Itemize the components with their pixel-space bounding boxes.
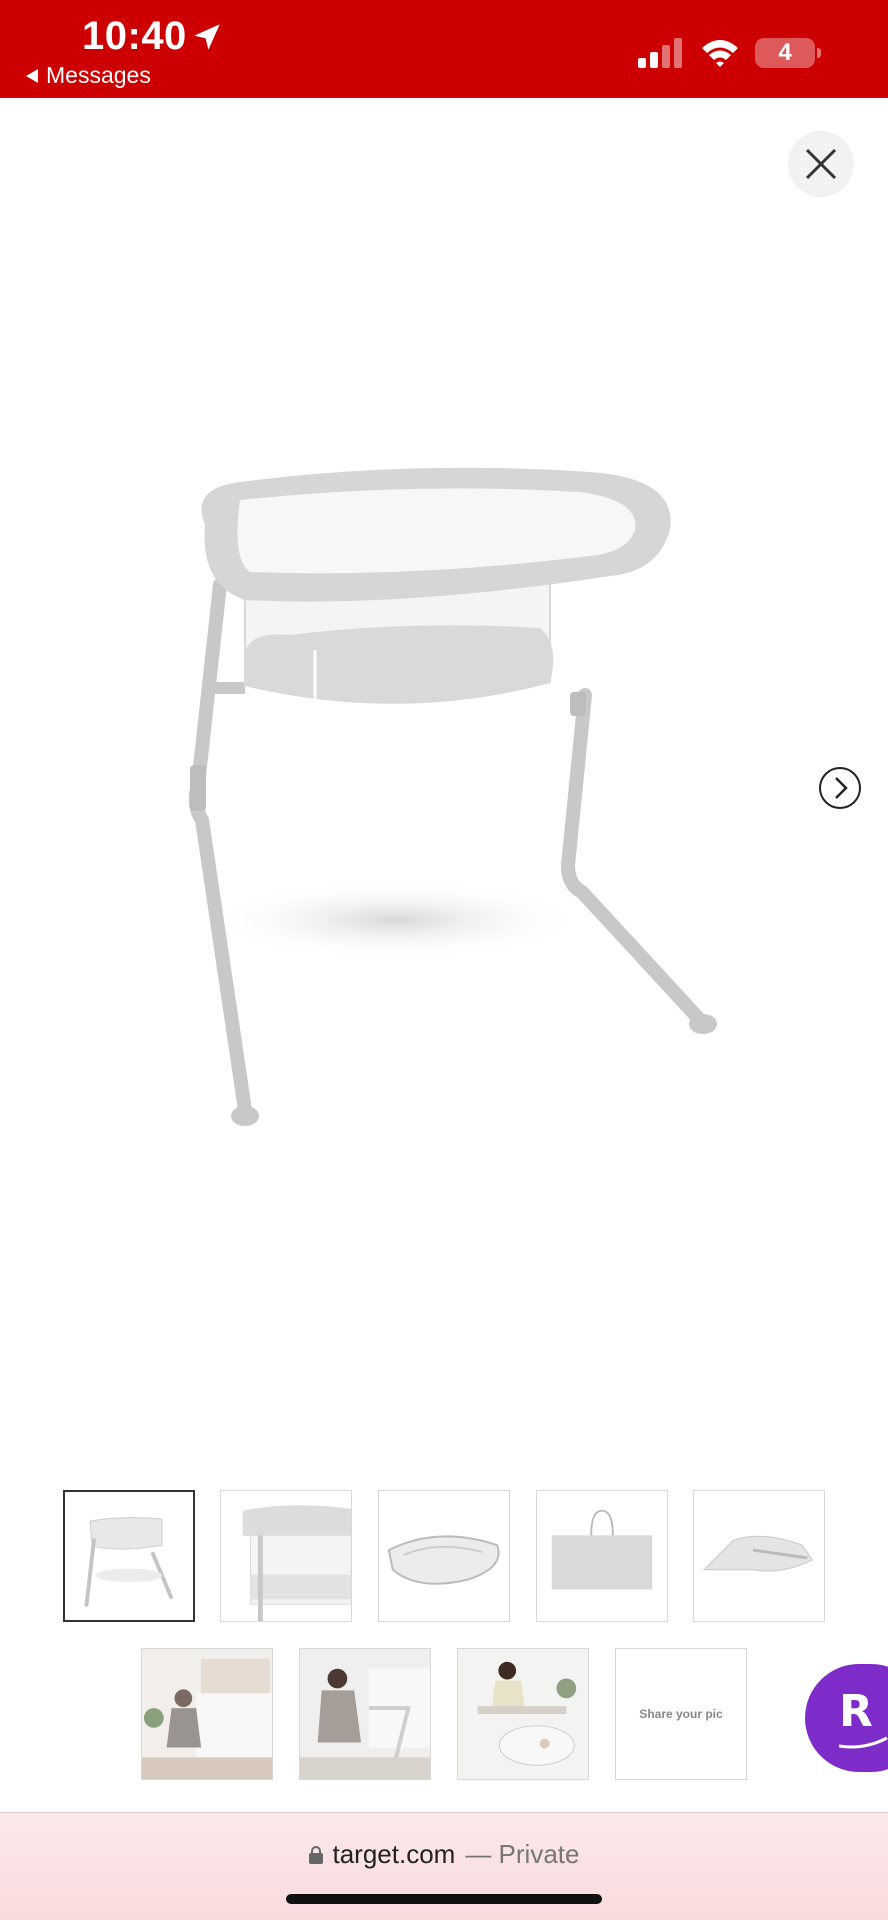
thumbnail-woman-assembling-bassinet[interactable] bbox=[141, 1648, 273, 1780]
back-to-messages-link[interactable]: Messages bbox=[26, 62, 151, 89]
thumbnail-bassinet-closeup[interactable] bbox=[220, 1490, 352, 1622]
battery-level: 4 bbox=[778, 39, 792, 66]
status-bar: 10:40 Messages 4 bbox=[0, 0, 888, 98]
next-image-button[interactable] bbox=[818, 766, 862, 810]
thumbnail-image bbox=[551, 1509, 653, 1590]
back-label: Messages bbox=[46, 62, 151, 88]
thumbnail-bassinet-full-view[interactable] bbox=[63, 1490, 195, 1622]
battery-cap bbox=[817, 48, 821, 58]
lock-icon bbox=[308, 1845, 323, 1864]
thumbnail-image bbox=[300, 1649, 430, 1779]
thumbnail-image bbox=[242, 1505, 351, 1621]
thumbnail-bassinet-folded[interactable] bbox=[378, 1490, 510, 1622]
rakuten-swoosh-icon bbox=[839, 1736, 888, 1749]
thumbnail-woman-with-baby-in-bassinet[interactable] bbox=[457, 1648, 589, 1780]
thumbnail-image bbox=[142, 1649, 272, 1779]
browsing-mode: — Private bbox=[465, 1839, 580, 1869]
share-your-pic-label: Share your pic bbox=[639, 1707, 723, 1721]
thumbnail-image bbox=[702, 1535, 813, 1572]
thumbnail-woman-adjusting-bassinet[interactable] bbox=[299, 1648, 431, 1780]
wifi-icon bbox=[702, 40, 738, 67]
thumbnail-travel-bag[interactable] bbox=[536, 1490, 668, 1622]
rakuten-extension-button[interactable]: R bbox=[805, 1664, 888, 1772]
url-domain: target.com bbox=[332, 1839, 456, 1869]
home-indicator[interactable] bbox=[286, 1894, 602, 1904]
thumbnail-image bbox=[387, 1535, 500, 1585]
thumbnail-bassinet-frame-parts[interactable] bbox=[693, 1490, 825, 1622]
thumbnail-image bbox=[458, 1649, 588, 1779]
close-icon bbox=[805, 148, 837, 180]
back-triangle-icon bbox=[26, 68, 38, 83]
bassinet-product-image bbox=[188, 467, 717, 1126]
location-arrow-icon bbox=[194, 24, 220, 50]
share-your-pic-button[interactable]: Share your pic bbox=[615, 1648, 747, 1780]
url-row: target.com — Private bbox=[0, 1839, 888, 1870]
cellular-signal-icon bbox=[638, 38, 682, 68]
status-time: 10:40 bbox=[82, 14, 187, 58]
battery-icon: 4 bbox=[755, 38, 821, 68]
thumbnail-image bbox=[84, 1517, 174, 1607]
rakuten-logo: R bbox=[839, 1686, 873, 1737]
close-button[interactable] bbox=[788, 131, 854, 197]
